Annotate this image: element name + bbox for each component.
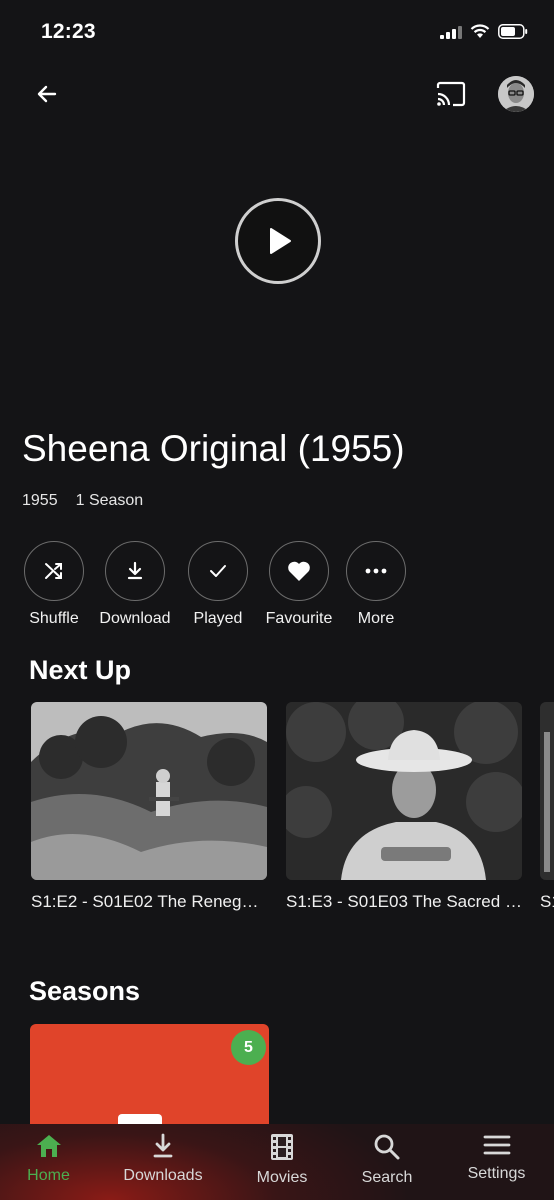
play-button[interactable]: [235, 198, 321, 284]
more-label: More: [357, 610, 395, 627]
episode-thumbnail: [286, 702, 522, 880]
episode-caption: S1:E2 - S01E02 The Renegade: [31, 892, 267, 911]
nav-home-label: Home: [27, 1167, 70, 1184]
nav-search[interactable]: Search: [335, 1124, 439, 1200]
nav-movies[interactable]: Movies: [229, 1124, 335, 1200]
heart-icon: [288, 561, 310, 581]
back-button[interactable]: [30, 77, 64, 111]
episode-caption: S1:E3 - S01E03 The Sacred Idol: [286, 892, 522, 911]
shuffle-icon: [45, 563, 62, 579]
signal-icon: [440, 25, 462, 39]
favourite-circle: [269, 541, 329, 601]
search-icon: [374, 1134, 400, 1160]
played-label: Played: [193, 610, 243, 627]
unplayed-count-badge: 5: [231, 1030, 266, 1065]
episode-card-3[interactable]: S1:E4: [540, 702, 554, 912]
check-icon: [210, 565, 226, 577]
battery-icon: [498, 24, 528, 39]
series-season-count: 1 Season: [75, 492, 144, 509]
bottom-nav: Home Downloads Movies Search Settings: [0, 1124, 554, 1200]
nav-settings[interactable]: Settings: [439, 1124, 554, 1200]
download-circle: [105, 541, 165, 601]
avatar[interactable]: [498, 76, 534, 112]
play-icon: [270, 228, 291, 254]
nav-downloads-label: Downloads: [123, 1167, 203, 1184]
shuffle-button[interactable]: Shuffle: [22, 541, 86, 628]
episode-caption: S1:E4: [540, 892, 554, 911]
shuffle-label: Shuffle: [29, 610, 79, 627]
arrow-left-icon: [37, 85, 57, 103]
home-icon: [36, 1135, 61, 1157]
series-meta: 1955 1 Season: [22, 492, 143, 510]
more-button[interactable]: More: [343, 541, 409, 628]
download-button[interactable]: Download: [85, 541, 185, 628]
episode-thumbnail: [540, 702, 554, 880]
more-icon: [365, 568, 387, 574]
favourite-label: Favourite: [265, 610, 333, 627]
nav-downloads[interactable]: Downloads: [97, 1124, 229, 1200]
download-icon: [153, 1133, 173, 1158]
next-up-title: Next Up: [29, 655, 132, 685]
wifi-icon: [470, 24, 490, 38]
favourite-button[interactable]: Favourite: [254, 541, 344, 628]
nav-home[interactable]: Home: [0, 1124, 97, 1200]
seasons-title: Seasons: [29, 976, 141, 1006]
nav-settings-label: Settings: [467, 1165, 526, 1182]
episode-thumbnail: [31, 702, 267, 880]
download-label: Download: [99, 610, 171, 627]
played-circle: [188, 541, 248, 601]
nav-movies-label: Movies: [256, 1169, 308, 1186]
status-time: 12:23: [41, 20, 96, 43]
action-row: Shuffle Download Played Favourite More: [22, 541, 409, 628]
cast-icon: [436, 81, 466, 107]
next-up-list[interactable]: S1:E2 - S01E02 The Renegade S1:E3 - S01E…: [0, 702, 554, 922]
series-title: Sheena Original (1955): [22, 428, 405, 469]
series-year: 1955: [22, 492, 58, 509]
nav-search-label: Search: [361, 1169, 413, 1186]
status-bar: 12:23: [0, 0, 554, 66]
episode-card-1[interactable]: S1:E2 - S01E02 The Renegade: [31, 702, 267, 912]
download-icon: [127, 561, 143, 580]
film-icon: [271, 1134, 293, 1160]
episode-card-2[interactable]: S1:E3 - S01E03 The Sacred Idol: [286, 702, 522, 912]
played-button[interactable]: Played: [185, 541, 251, 628]
cast-button[interactable]: [432, 77, 470, 111]
shuffle-circle: [24, 541, 84, 601]
more-circle: [346, 541, 406, 601]
status-icons: [440, 24, 528, 39]
menu-icon: [483, 1135, 510, 1155]
profile-avatar-icon: [498, 76, 534, 112]
